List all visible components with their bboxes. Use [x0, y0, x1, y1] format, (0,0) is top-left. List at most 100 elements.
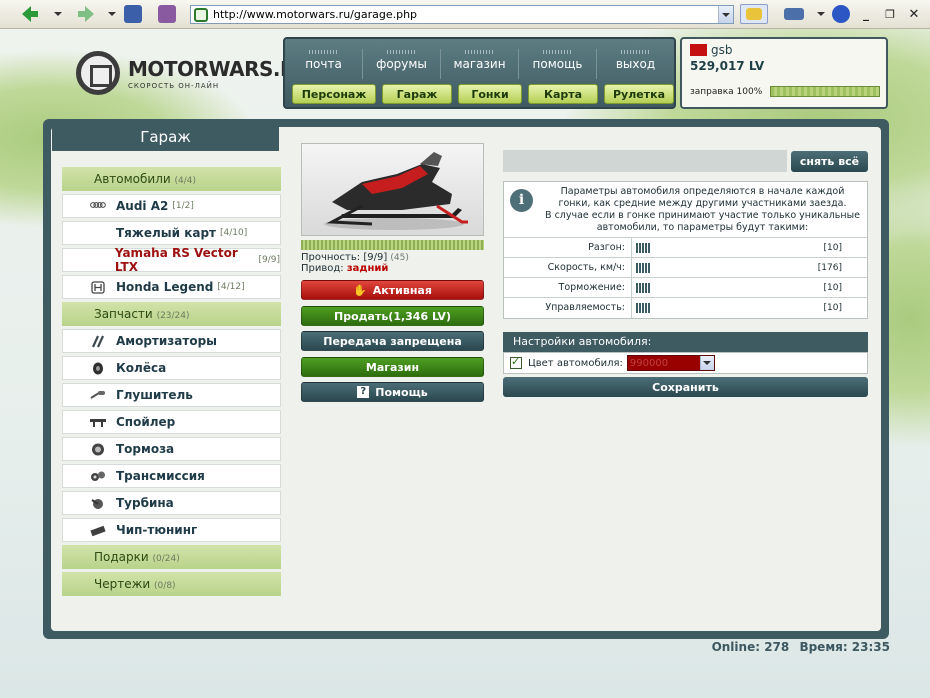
back-dropdown[interactable] — [52, 4, 64, 24]
sidebar-part-turbine[interactable]: Турбина — [62, 491, 281, 515]
sidebar-part-muffler[interactable]: Глушитель — [62, 383, 281, 407]
nav-character-button[interactable]: Персонаж — [292, 84, 376, 104]
spoiler-icon — [90, 418, 106, 427]
remove-all-button[interactable]: снять всё — [791, 151, 868, 172]
sidebar-part-brakes[interactable]: Тормоза — [62, 437, 281, 461]
network-button[interactable] — [832, 4, 850, 24]
sidebar-part-spoiler[interactable]: Спойлер — [62, 410, 281, 434]
color-select-value: 990000 — [629, 357, 669, 369]
nav-forums[interactable]: форумы — [363, 49, 441, 79]
help-button[interactable]: ? Помощь — [301, 382, 484, 402]
browser-toolbar: http://www.motorwars.ru/garage.php _ ❐ ✕ — [0, 0, 930, 29]
globe-icon — [832, 5, 850, 23]
garage-sidebar: Автомобили (4/4) Audi A2 [1/2] Тяжелый к… — [62, 167, 281, 599]
nav-help[interactable]: помощь — [519, 49, 597, 79]
shop-button[interactable]: Магазин — [301, 357, 484, 377]
home-icon — [158, 5, 176, 23]
muffler-icon — [90, 390, 105, 399]
sidebar-group-label: Подарки — [94, 550, 149, 564]
nav-mail[interactable]: почта — [285, 49, 363, 79]
empty-icon — [90, 227, 106, 240]
param-label: Скорость, км/ч: — [504, 258, 632, 277]
help-button-label: Помощь — [375, 385, 428, 399]
sidebar-item-label: Глушитель — [116, 388, 193, 402]
home-button[interactable] — [158, 4, 176, 24]
tool-dropdown[interactable] — [816, 4, 826, 24]
durability-extra: (45) — [390, 253, 409, 263]
parameters-note: Параметры автомобиля определяются в нача… — [545, 186, 860, 233]
nav-garage-button[interactable]: Гараж — [382, 84, 452, 104]
save-button[interactable]: Сохранить — [503, 377, 868, 397]
drive-label: Привод: — [301, 263, 344, 274]
nav-races-button[interactable]: Гонки — [458, 84, 522, 104]
sidebar-group-cars[interactable]: Автомобили (4/4) — [62, 167, 281, 191]
parameters-table: i Параметры автомобиля определяются в на… — [503, 181, 868, 319]
color-select-dropdown[interactable] — [699, 356, 714, 370]
hand-icon: ✋ — [353, 283, 367, 297]
go-button[interactable] — [740, 4, 768, 24]
username[interactable]: gsb — [711, 43, 733, 57]
snowmobile-icon — [324, 152, 468, 230]
nav-roulette-button[interactable]: Рулетка — [604, 84, 674, 104]
param-value: [10] — [823, 283, 842, 293]
sidebar-group-gifts[interactable]: Подарки (0/24) — [62, 545, 281, 569]
sidebar-part-transmission[interactable]: Трансмиссия — [62, 464, 281, 488]
param-level-bar — [636, 263, 651, 273]
chip-icon — [90, 525, 106, 536]
address-bar[interactable]: http://www.motorwars.ru/garage.php — [190, 5, 734, 24]
param-level-bar — [636, 243, 651, 253]
drive-line: Привод: задний — [301, 263, 388, 274]
sidebar-group-parts[interactable]: Запчасти (23/24) — [62, 302, 281, 326]
nav-store[interactable]: магазин — [441, 49, 519, 79]
sidebar-item-label: Тяжелый карт — [116, 226, 216, 240]
footer-status: Online: 278 Время: 23:35 — [712, 640, 890, 654]
close-button[interactable]: ✕ — [906, 4, 922, 24]
sidebar-part-chip[interactable]: Чип-тюнинг — [62, 518, 281, 542]
forward-dropdown[interactable] — [106, 4, 118, 24]
chevron-down-icon — [54, 12, 62, 16]
sidebar-group-drawings[interactable]: Чертежи (0/8) — [62, 572, 281, 596]
chevron-down-icon — [722, 12, 730, 17]
nav-logout[interactable]: выход — [597, 49, 674, 79]
honda-logo-icon — [91, 280, 105, 294]
tool-icon — [784, 8, 804, 20]
gears-icon — [91, 471, 105, 481]
forward-button[interactable] — [76, 4, 96, 24]
sidebar-car-yamaha[interactable]: Yamaha RS Vector LTX [9/9] — [62, 246, 281, 274]
panel-title: Гараж — [52, 125, 279, 151]
sidebar-car-heavy-kart[interactable]: Тяжелый карт [4/10] — [62, 221, 281, 245]
installed-parts-bar — [503, 150, 787, 172]
durability-value: [9/9] — [363, 252, 388, 263]
restore-button[interactable]: ❐ — [882, 4, 898, 24]
color-select[interactable]: 990000 — [626, 355, 715, 371]
address-url[interactable]: http://www.motorwars.ru/garage.php — [213, 8, 718, 21]
sell-button[interactable]: Продать(1,346 LV) — [301, 306, 484, 326]
address-dropdown[interactable] — [718, 6, 733, 23]
transfer-button[interactable]: Передача запрещена — [301, 331, 484, 351]
sidebar-group-label: Автомобили — [94, 172, 171, 186]
param-label: Разгон: — [504, 238, 632, 257]
sidebar-item-label: Спойлер — [116, 415, 176, 429]
sidebar-part-shocks[interactable]: Амортизаторы — [62, 329, 281, 353]
user-box: gsb 529,017 LV заправка 100% — [680, 37, 888, 109]
parameters-note-box: i Параметры автомобиля определяются в на… — [504, 182, 867, 238]
info-icon: i — [510, 189, 533, 212]
tool-button[interactable] — [784, 4, 804, 24]
back-button[interactable] — [20, 4, 40, 24]
brake-disc-icon — [92, 443, 104, 455]
sidebar-group-count: (23/24) — [156, 311, 190, 321]
site-icon — [194, 7, 208, 22]
sidebar-part-wheels[interactable]: Колёса — [62, 356, 281, 380]
active-button[interactable]: ✋ Активная — [301, 280, 484, 300]
color-checkbox[interactable] — [510, 355, 522, 369]
reload-button[interactable] — [124, 4, 142, 24]
sidebar-group-label: Чертежи — [94, 577, 151, 591]
minimize-button[interactable]: _ — [858, 4, 874, 24]
param-value: [176] — [817, 263, 842, 273]
site-logo[interactable]: MOTORWARS.RU СКОРОСТЬ ОН-ЛАЙН — [76, 51, 311, 95]
main-navigation: почта форумы магазин помощь выход Персон… — [283, 37, 676, 109]
sidebar-car-honda-legend[interactable]: Honda Legend [4/12] — [62, 275, 281, 299]
nav-map-button[interactable]: Карта — [528, 84, 598, 104]
audi-logo-icon — [90, 201, 106, 208]
sidebar-car-audi-a2[interactable]: Audi A2 [1/2] — [62, 194, 281, 218]
